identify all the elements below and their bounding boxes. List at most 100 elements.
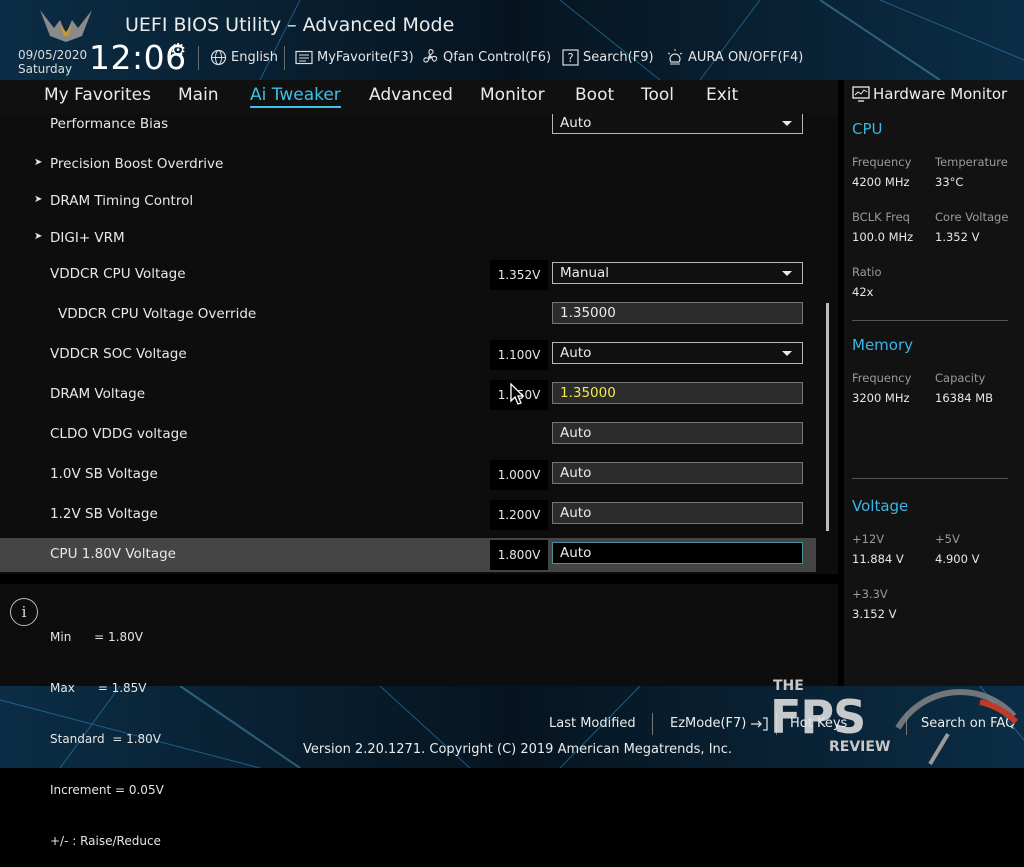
bclk-value: 100.0 MHz <box>852 230 914 244</box>
day-text: Saturday <box>18 62 73 76</box>
setting-row-vddcr-cpu-voltage-override[interactable]: VDDCR CPU Voltage Override 1.35000 <box>0 298 816 332</box>
aura-toggle-button[interactable]: AURA ON/OFF(F4) <box>666 47 803 67</box>
myfavorite-button[interactable]: MyFavorite(F3) <box>295 47 414 67</box>
submenu-arrow-icon: ➤ <box>34 231 43 242</box>
setting-label: VDDCR CPU Voltage Override <box>58 306 257 322</box>
setting-row-performance-bias[interactable]: Performance Bias Auto <box>0 114 816 142</box>
hw-divider <box>852 320 1008 321</box>
tab-ai-tweaker[interactable]: Ai Tweaker <box>250 85 341 108</box>
setting-row-1v-sb-voltage[interactable]: 1.0V SB Voltage 1.000V Auto <box>0 458 816 492</box>
current-voltage-readout: 1.000V <box>490 460 548 490</box>
chevron-down-icon <box>782 271 792 276</box>
setting-row-vddcr-cpu-voltage[interactable]: VDDCR CPU Voltage 1.352V Manual <box>0 258 816 292</box>
search-button[interactable]: ? Search(F9) <box>562 47 654 67</box>
watermark-review: REVIEW <box>829 739 890 755</box>
current-voltage-readout: 1.100V <box>490 340 548 370</box>
vddcr-cpu-voltage-override-input[interactable]: 1.35000 <box>552 302 803 324</box>
tuf-logo <box>40 10 92 42</box>
clock-settings-gear-icon[interactable]: ⚙ <box>170 40 186 61</box>
mouse-cursor-icon <box>510 383 525 405</box>
language-button[interactable]: English <box>210 47 278 67</box>
setting-row-cldo-vddg-voltage[interactable]: CLDO VDDG voltage Auto <box>0 418 816 452</box>
submenu-precision-boost-overdrive[interactable]: ➤ Precision Boost Overdrive <box>0 148 816 182</box>
tab-my-favorites[interactable]: My Favorites <box>44 85 151 105</box>
date-display: 09/05/2020 Saturday <box>18 48 87 76</box>
bclk-label: BCLK Freq <box>852 210 910 224</box>
setting-row-dram-voltage[interactable]: DRAM Voltage 1.350V 1.35000 <box>0 378 816 412</box>
hardware-monitor-title: Hardware Monitor <box>873 85 1008 103</box>
cpu-1-80v-voltage-input[interactable]: Auto <box>552 542 803 564</box>
ratio-value: 42x <box>852 285 874 299</box>
hw-cpu-title: CPU <box>852 120 883 138</box>
search-help-icon: ? <box>562 48 579 66</box>
submenu-label: DIGI+ VRM <box>50 230 125 246</box>
tab-boot[interactable]: Boot <box>575 85 614 105</box>
dropdown-value: Manual <box>560 265 610 281</box>
watermark-fps: FPS <box>770 690 865 744</box>
setting-label: VDDCR CPU Voltage <box>50 266 186 282</box>
vddcr-cpu-voltage-dropdown[interactable]: Manual <box>552 262 803 284</box>
tab-tool[interactable]: Tool <box>641 85 674 105</box>
version-copyright: Version 2.20.1271. Copyright (C) 2019 Am… <box>303 742 733 757</box>
aura-light-icon <box>667 49 683 65</box>
v33-label: +3.3V <box>852 587 888 601</box>
cpu-frequency-value: 4200 MHz <box>852 175 910 189</box>
memory-capacity-value: 16384 MB <box>935 391 994 405</box>
setting-label: VDDCR SOC Voltage <box>50 346 187 362</box>
hardware-monitor-header: Hardware Monitor <box>852 85 1007 103</box>
v12-value: 11.884 V <box>852 552 904 566</box>
setting-label: Performance Bias <box>50 116 169 132</box>
vddcr-soc-voltage-dropdown[interactable]: Auto <box>552 342 803 364</box>
cpu-frequency-label: Frequency <box>852 155 912 169</box>
v12-label: +12V <box>852 532 885 546</box>
performance-bias-dropdown[interactable]: Auto <box>552 114 803 134</box>
submenu-label: Precision Boost Overdrive <box>50 156 224 172</box>
dropdown-value: Auto <box>560 345 592 361</box>
help-line-min: Min = 1.80V <box>50 630 143 644</box>
fan-icon <box>423 49 438 63</box>
current-voltage-readout: 1.800V <box>490 540 548 570</box>
memory-frequency-label: Frequency <box>852 371 912 385</box>
tab-main[interactable]: Main <box>178 85 219 105</box>
submenu-label: DRAM Timing Control <box>50 193 194 209</box>
language-label: English <box>231 49 278 65</box>
header-separator <box>284 46 285 70</box>
submenu-arrow-icon: ➤ <box>34 157 43 168</box>
ezmode-button[interactable]: EzMode(F7) <box>670 716 769 731</box>
search-label: Search(F9) <box>583 49 654 65</box>
submenu-digi-vrm[interactable]: ➤ DIGI+ VRM <box>0 222 816 256</box>
v5-label: +5V <box>935 532 960 546</box>
svg-text:?: ? <box>567 51 573 65</box>
help-line-standard: Standard = 1.80V <box>50 732 162 746</box>
cldo-vddg-voltage-input[interactable]: Auto <box>552 422 803 444</box>
favorite-list-icon <box>295 50 313 64</box>
setting-row-1-2v-sb-voltage[interactable]: 1.2V SB Voltage 1.200V Auto <box>0 498 816 532</box>
setting-label: DRAM Voltage <box>50 386 146 402</box>
chevron-down-icon <box>782 351 792 356</box>
setting-row-cpu-1-80v-voltage[interactable]: CPU 1.80V Voltage 1.800V Auto <box>0 538 816 572</box>
setting-label: CLDO VDDG voltage <box>50 426 188 442</box>
1v-sb-voltage-input[interactable]: Auto <box>552 462 803 484</box>
header-separator <box>198 46 199 70</box>
submenu-dram-timing-control[interactable]: ➤ DRAM Timing Control <box>0 185 816 219</box>
memory-frequency-value: 3200 MHz <box>852 391 910 405</box>
tab-exit[interactable]: Exit <box>706 85 738 105</box>
setting-row-vddcr-soc-voltage[interactable]: VDDCR SOC Voltage 1.100V Auto <box>0 338 816 372</box>
settings-panel: Performance Bias Auto ➤ Precision Boost … <box>0 114 838 574</box>
1-2v-sb-voltage-input[interactable]: Auto <box>552 502 803 524</box>
dropdown-value: Auto <box>560 115 592 131</box>
tab-advanced[interactable]: Advanced <box>369 85 453 105</box>
qfan-label: Qfan Control(F6) <box>443 49 552 65</box>
current-voltage-readout: 1.200V <box>490 500 548 530</box>
setting-label: 1.0V SB Voltage <box>50 466 158 482</box>
dram-voltage-input[interactable]: 1.35000 <box>552 382 803 404</box>
hw-memory-title: Memory <box>852 336 914 354</box>
v33-value: 3.152 V <box>852 607 897 621</box>
footer-separator <box>652 713 653 735</box>
scrollbar-thumb[interactable] <box>826 303 829 531</box>
core-voltage-value: 1.352 V <box>935 230 980 244</box>
last-modified-button[interactable]: Last Modified <box>549 716 636 731</box>
tab-monitor[interactable]: Monitor <box>480 85 545 105</box>
qfan-control-button[interactable]: Qfan Control(F6) <box>421 47 551 67</box>
core-voltage-label: Core Voltage <box>935 210 1009 224</box>
